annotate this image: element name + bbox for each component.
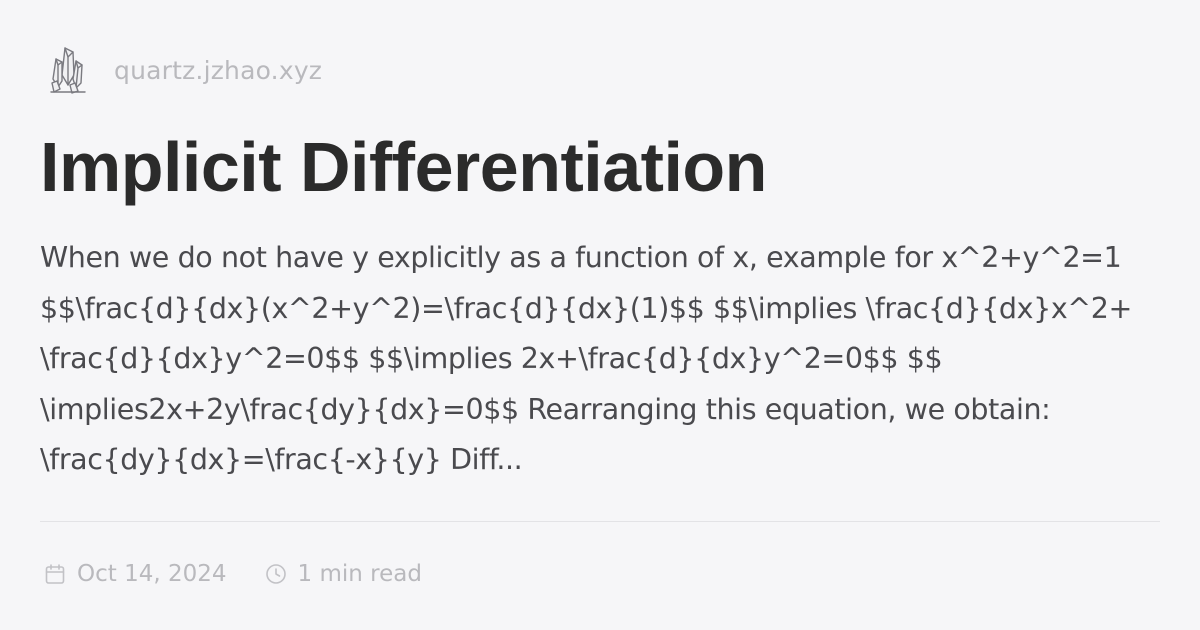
calendar-icon: [42, 561, 68, 587]
page-title: Implicit Differentiation: [40, 128, 767, 206]
excerpt-line: \frac{d}{dx}y^2=0$$ $$\implies 2x+\frac{…: [40, 342, 943, 375]
reading-time-text: 1 min read: [297, 561, 422, 587]
article-meta: Oct 14, 2024 1 min read: [42, 556, 422, 592]
excerpt-line: $$\frac{d}{dx}(x^2+y^2)=\frac{d}{dx}(1)$…: [40, 291, 1132, 325]
og-card: quartz.jzhao.xyz Implicit Differentiatio…: [0, 0, 1200, 630]
excerpt-line: \implies2x+2y\frac{dy}{dx}=0$$ Rearrangi…: [40, 392, 1051, 426]
site-header: quartz.jzhao.xyz: [44, 40, 322, 100]
reading-time: 1 min read: [263, 561, 422, 587]
article-excerpt: When we do not have y explicitly as a fu…: [40, 233, 1160, 486]
divider: [40, 521, 1160, 522]
excerpt-line: \frac{dy}{dx}=\frac{-x}{y} Diff...: [40, 443, 523, 476]
clock-icon: [263, 561, 289, 587]
publish-date-text: Oct 14, 2024: [77, 561, 227, 587]
crystal-icon: [44, 42, 92, 98]
site-name[interactable]: quartz.jzhao.xyz: [114, 56, 322, 85]
excerpt-line: When we do not have y explicitly as a fu…: [40, 241, 1122, 274]
publish-date: Oct 14, 2024: [42, 561, 227, 587]
